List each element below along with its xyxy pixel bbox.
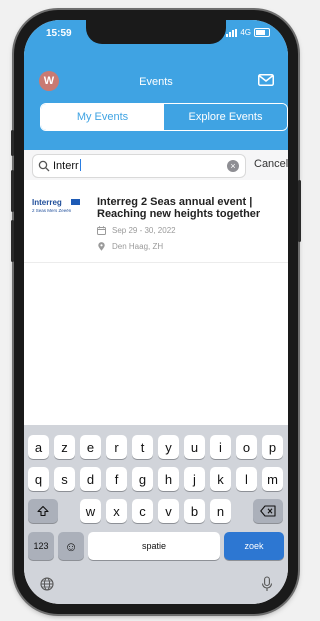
backspace-key[interactable] [253,499,283,523]
phone-side-button [11,130,14,156]
event-location: Den Haag, ZH [112,242,164,251]
event-date-row: Sep 29 - 30, 2022 [97,226,176,235]
calendar-icon [97,226,106,235]
microphone-icon[interactable] [261,576,273,592]
key[interactable]: a [28,435,49,459]
network-label: 4G [240,28,251,37]
numbers-key[interactable]: 123 [28,532,54,560]
search-input-value: Interr [53,159,81,172]
phone-side-button [11,170,14,212]
cancel-button[interactable]: Cancel [254,158,288,170]
signal-icon [226,28,238,37]
emoji-key[interactable]: ☺ [58,532,84,560]
key[interactable]: d [80,467,101,491]
key[interactable]: n [210,499,231,523]
key[interactable]: q [28,467,49,491]
key[interactable]: u [184,435,205,459]
status-time: 15:59 [46,28,72,39]
mail-icon[interactable] [258,74,274,86]
key[interactable]: p [262,435,283,459]
phone-side-button [11,220,14,262]
screen: 15:59 4G W Events My Events Explore Even… [24,20,288,604]
page-title: Events [139,76,173,88]
shift-key[interactable] [28,499,58,523]
backspace-icon [260,505,276,517]
key[interactable]: s [54,467,75,491]
on-screen-keyboard: a z e r t y u i o p q s d f g h j k l m [24,425,288,604]
text-caret [79,159,81,171]
space-key[interactable]: spatie [88,532,220,560]
event-list-item[interactable]: Interreg 2 Seas Mers Zeeën Interreg 2 Se… [24,180,288,263]
key[interactable]: x [106,499,127,523]
event-title: Interreg 2 Seas annual event | Reaching … [97,196,261,220]
clear-icon[interactable]: × [227,160,239,172]
key[interactable]: y [158,435,179,459]
key[interactable]: h [158,467,179,491]
phone-frame: 15:59 4G W Events My Events Explore Even… [11,10,301,614]
key[interactable]: r [106,435,127,459]
key[interactable]: i [210,435,231,459]
eu-flag-icon [71,199,80,205]
event-date: Sep 29 - 30, 2022 [112,226,176,235]
key[interactable]: j [184,467,205,491]
events-tab-switch: My Events Explore Events [40,103,288,131]
key[interactable]: w [80,499,101,523]
key[interactable]: b [184,499,205,523]
key[interactable]: z [54,435,75,459]
key[interactable]: t [132,435,153,459]
app-header: 15:59 4G W Events My Events Explore Even… [24,20,288,150]
search-submit-key[interactable]: zoek [224,532,284,560]
logo-subtext: 2 Seas Mers Zeeën [32,208,72,213]
search-icon [38,160,50,172]
globe-icon[interactable] [40,577,54,591]
key[interactable]: v [158,499,179,523]
battery-icon [254,28,270,37]
key[interactable]: m [262,467,283,491]
location-pin-icon [98,242,105,251]
logo-wordmark: Interreg [32,198,62,207]
status-indicators: 4G [226,28,270,37]
key[interactable]: l [236,467,257,491]
key[interactable]: c [132,499,153,523]
event-location-row: Den Haag, ZH [97,242,163,251]
key[interactable]: f [106,467,127,491]
key[interactable]: e [80,435,101,459]
notch [86,20,226,44]
phone-power-button [298,180,301,242]
tab-my-events[interactable]: My Events [41,104,164,130]
shift-icon [37,505,49,517]
search-input[interactable]: Interr × [32,154,246,178]
event-logo: Interreg 2 Seas Mers Zeeën [32,196,84,220]
search-bar: Interr × Cancel [24,150,288,180]
key[interactable]: o [236,435,257,459]
key[interactable]: g [132,467,153,491]
key[interactable]: k [210,467,231,491]
tab-explore-events[interactable]: Explore Events [164,104,287,130]
